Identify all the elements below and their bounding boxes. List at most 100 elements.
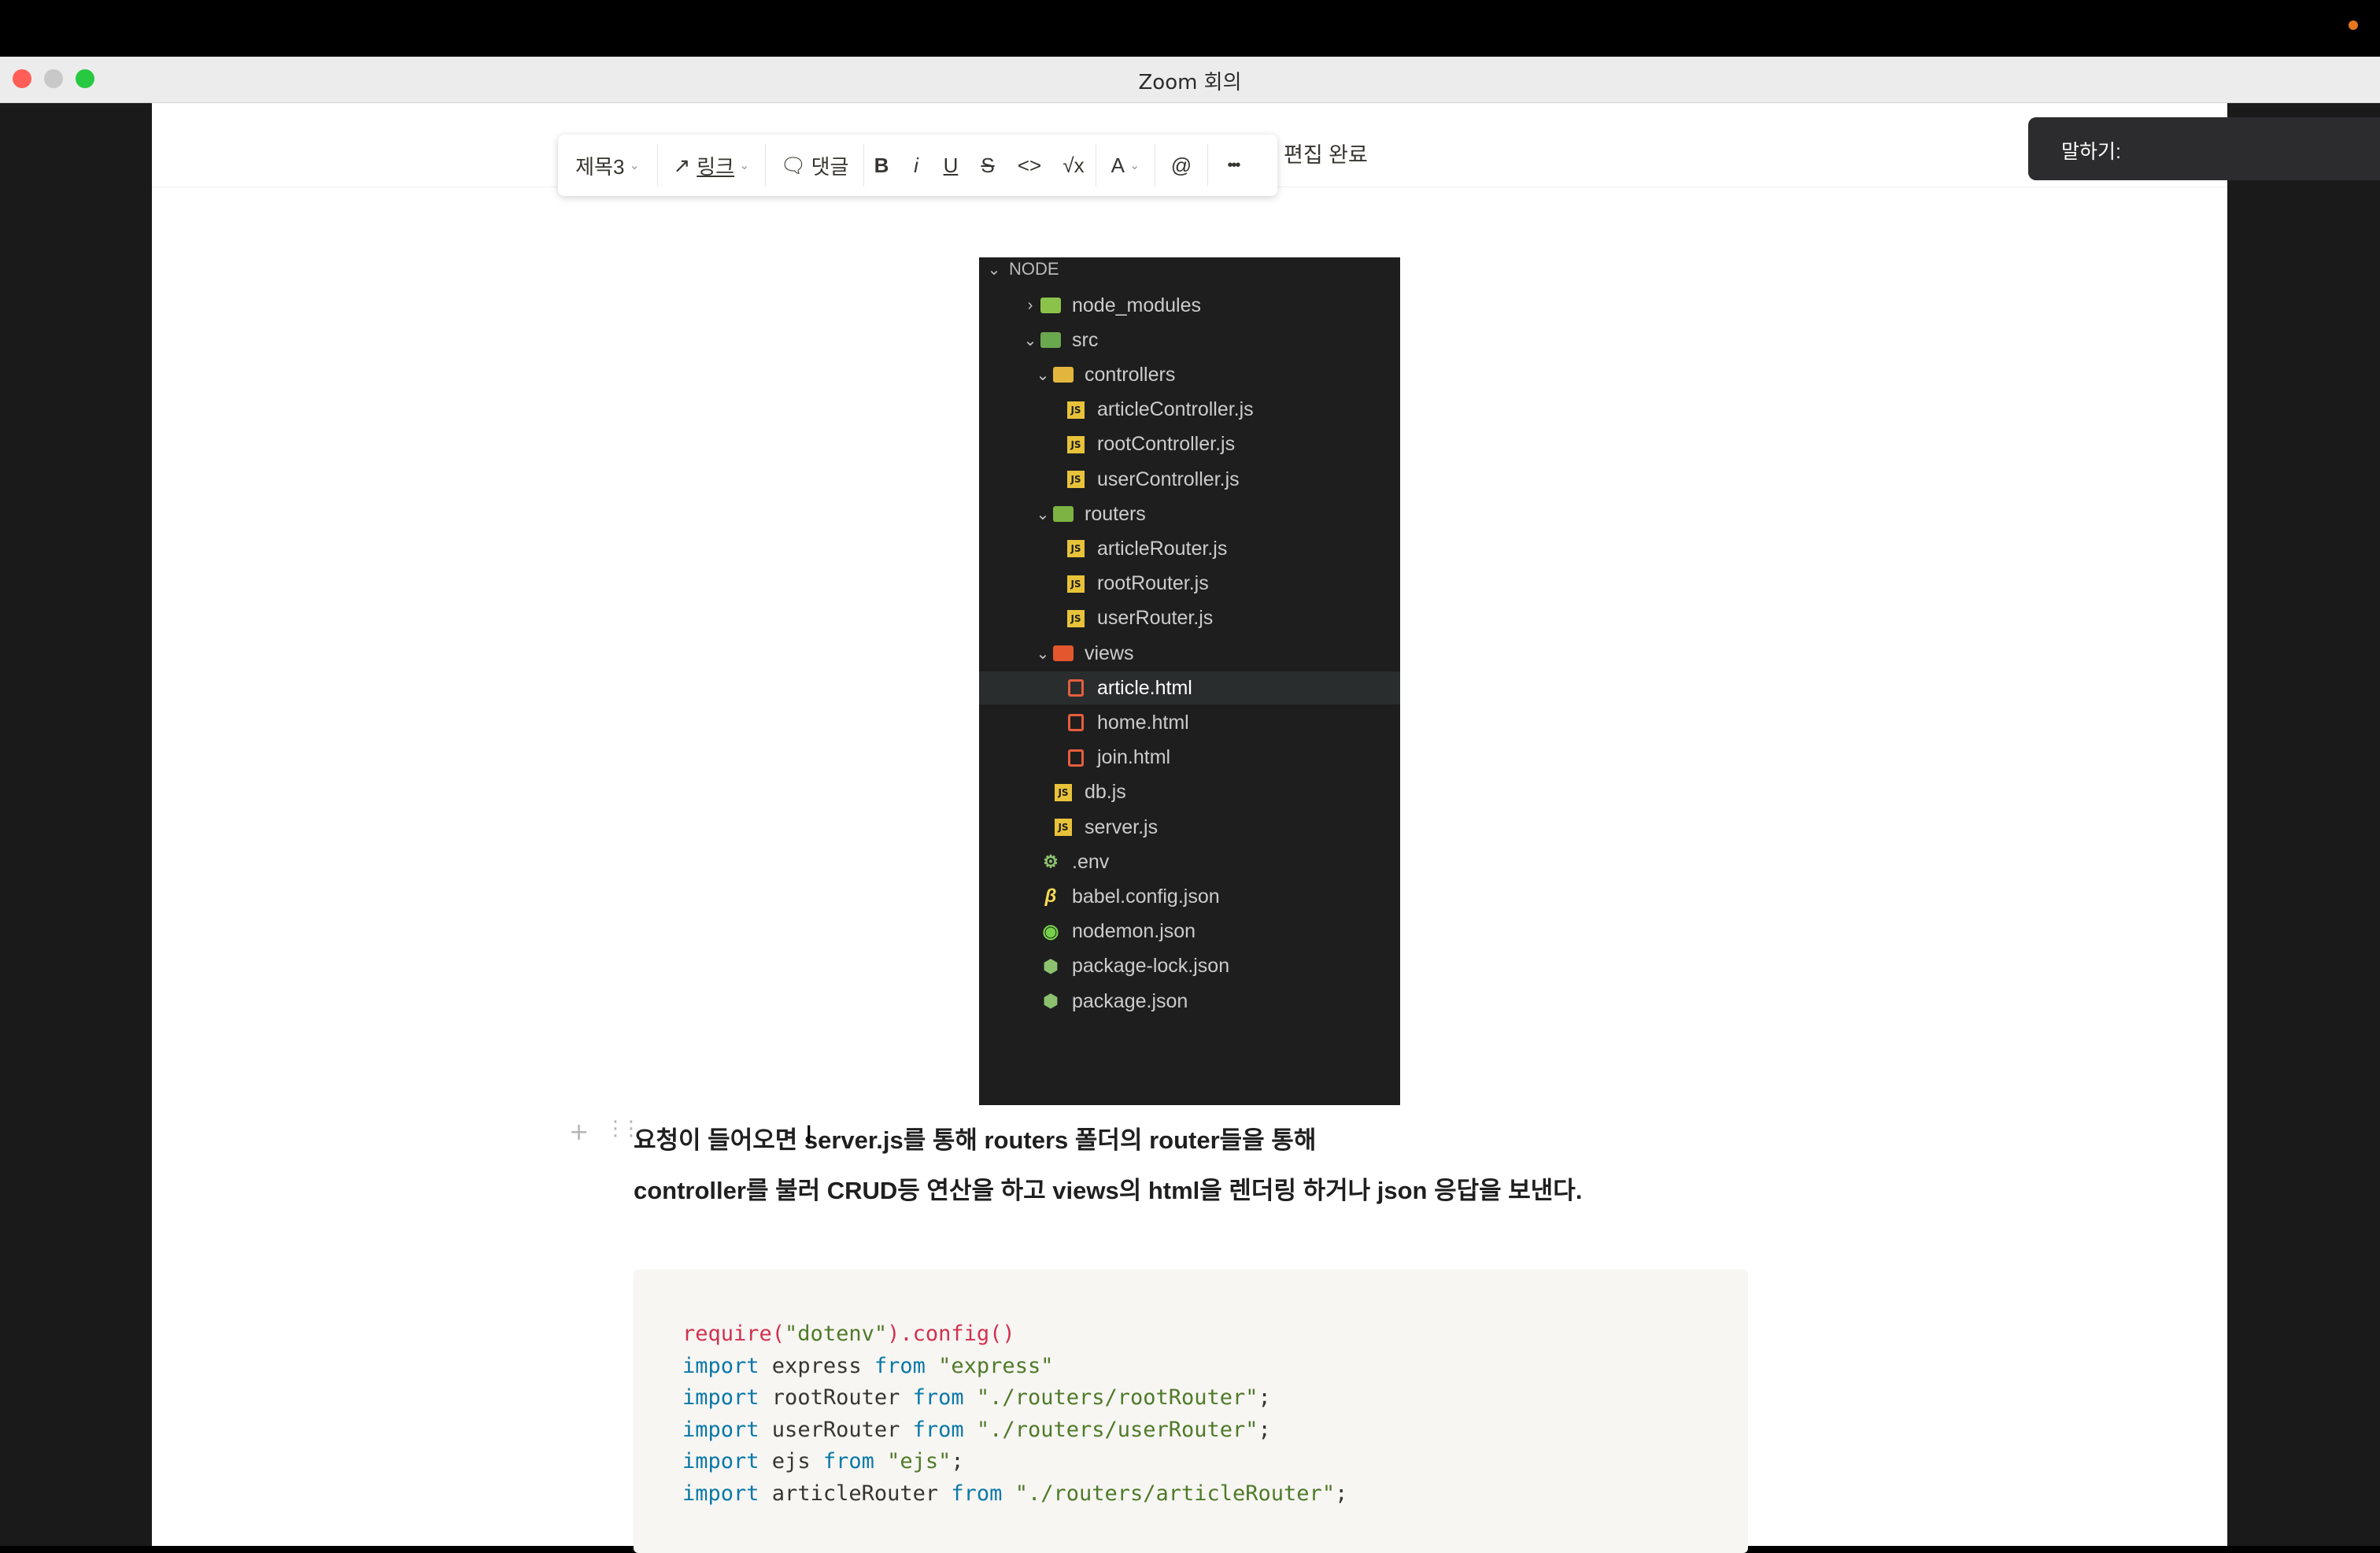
paragraph-line[interactable]: 요청이 들어오면 server.js를 통해 routers 폴더의 route…	[634, 1120, 1316, 1156]
drag-handle-icon[interactable]: ⋮⋮	[605, 1117, 641, 1141]
chevron-down-icon: ⌄	[987, 261, 1001, 279]
text-color-label: A	[1111, 153, 1125, 177]
more-options-button[interactable]: •••	[1208, 135, 1258, 196]
file-tree-item[interactable]: JS rootController.js	[979, 428, 1400, 461]
chevron-down-icon: ⌄	[629, 159, 640, 172]
document-page: 제목3 ⌄ ↗ 링크 ⌄ 🗨 댓글 B i U S <> √x A ⌄ @ •••	[152, 103, 2380, 1553]
folder-shape	[1053, 367, 1074, 383]
edit-done-button[interactable]: 편집 완료	[1284, 138, 1368, 168]
file-tree-item[interactable]: JS server.js	[979, 811, 1400, 844]
folder-icon	[1053, 505, 1074, 523]
package-file-icon: ⬢	[1040, 991, 1061, 1011]
math-button[interactable]: √x	[1051, 135, 1096, 196]
js-badge: JS	[1055, 819, 1072, 836]
html-file-icon	[1066, 749, 1086, 767]
code-content: require("dotenv").config() import expres…	[682, 1318, 1347, 1510]
package-glyph: ⬢	[1043, 991, 1059, 1011]
file-tree-item-label: db.js	[1085, 781, 1126, 804]
chevron-down-icon: ⌄	[1023, 331, 1037, 349]
chevron-right-icon: ›	[1027, 296, 1033, 314]
html-file-icon	[1066, 714, 1086, 732]
file-tree-item[interactable]: article.html	[979, 671, 1400, 705]
link-dropdown[interactable]: ↗ 링크 ⌄	[658, 135, 765, 196]
html-badge	[1068, 749, 1084, 767]
file-tree-item-label: controllers	[1085, 363, 1176, 386]
comment-button[interactable]: 🗨 댓글	[766, 135, 863, 196]
file-tree-item[interactable]: ⌄ views	[979, 637, 1400, 670]
javascript-file-icon: JS	[1053, 783, 1074, 801]
code-line: import rootRouter from "./routers/rootRo…	[682, 1385, 1271, 1410]
menu-bar	[0, 0, 2380, 57]
file-tree-item[interactable]: home.html	[979, 706, 1400, 739]
file-tree-item-label: package.json	[1072, 989, 1188, 1012]
file-tree-item-label: userController.js	[1097, 468, 1240, 490]
shared-screen: 제목3 ⌄ ↗ 링크 ⌄ 🗨 댓글 B i U S <> √x A ⌄ @ •••	[0, 103, 2380, 1553]
file-tree-item-label: .env	[1072, 850, 1110, 873]
heading-label: 제목3	[575, 154, 625, 179]
file-tree-item[interactable]: ◉ nodemon.json	[979, 915, 1400, 948]
chevron-down-icon: ⌄	[1036, 505, 1050, 523]
js-badge: JS	[1067, 609, 1085, 627]
javascript-file-icon: JS	[1066, 540, 1086, 558]
text-color-dropdown[interactable]: A ⌄	[1096, 135, 1155, 196]
file-tree-item[interactable]: JS rootRouter.js	[979, 568, 1400, 601]
inline-code-button[interactable]: <>	[1007, 135, 1051, 196]
file-tree-item-label: rootController.js	[1097, 433, 1236, 456]
js-badge: JS	[1067, 435, 1085, 453]
folder-shape	[1053, 645, 1074, 661]
file-tree-item-label: src	[1072, 328, 1099, 351]
js-badge: JS	[1067, 575, 1085, 593]
html-badge	[1068, 679, 1084, 697]
nodemon-file-icon: ◉	[1040, 921, 1061, 943]
code-block[interactable]: require("dotenv").config() import expres…	[634, 1270, 1748, 1553]
folder-shape	[1040, 298, 1061, 313]
explorer-root-label: NODE	[1009, 259, 1059, 279]
package-glyph: ⬢	[1043, 956, 1059, 976]
file-tree-item[interactable]: JS userRouter.js	[979, 602, 1400, 635]
javascript-file-icon: JS	[1066, 401, 1086, 419]
file-tree-item[interactable]: › node_modules	[979, 289, 1400, 322]
add-block-icon[interactable]: +	[569, 1119, 589, 1146]
file-tree-item-label: rootRouter.js	[1097, 572, 1209, 595]
file-tree-item[interactable]: ⌄ controllers	[979, 358, 1400, 391]
strikethrough-button[interactable]: S	[968, 135, 1007, 196]
file-tree-item-label: articleRouter.js	[1097, 537, 1228, 560]
file-tree-item[interactable]: ⬢ package.json	[979, 985, 1400, 1018]
folder-shape	[1040, 332, 1061, 349]
italic-button[interactable]: i	[899, 135, 933, 196]
file-tree-item-label: articleController.js	[1097, 398, 1254, 421]
file-tree-item[interactable]: ⌄ src	[979, 324, 1400, 357]
nodemon-glyph: ◉	[1042, 921, 1059, 943]
file-tree-item[interactable]: JS articleController.js	[979, 394, 1400, 427]
html-file-icon	[1066, 679, 1086, 697]
file-tree-item-label: home.html	[1097, 711, 1189, 734]
code-line: require("dotenv").config()	[682, 1322, 1015, 1346]
code-line: import userRouter from "./routers/userRo…	[682, 1417, 1271, 1442]
file-tree-item[interactable]: JS db.js	[979, 776, 1400, 809]
file-tree-item[interactable]: ⌄ routers	[979, 497, 1400, 531]
file-tree-item-label: userRouter.js	[1097, 607, 1214, 630]
bold-button[interactable]: B	[864, 135, 899, 196]
heading-dropdown[interactable]: 제목3 ⌄	[558, 135, 657, 196]
link-arrow-icon: ↗	[673, 153, 691, 177]
window-title: Zoom 회의	[1138, 71, 1242, 94]
folder-icon	[1040, 331, 1061, 349]
folder-icon	[1053, 366, 1074, 383]
paragraph-line[interactable]: controller를 불러 CRUD등 연산을 하고 views의 html을…	[634, 1170, 1582, 1206]
code-line: import ejs from "ejs";	[682, 1449, 964, 1474]
mention-button[interactable]: @	[1155, 135, 1207, 196]
file-tree-item[interactable]: JS articleRouter.js	[979, 532, 1400, 565]
underline-button[interactable]: U	[933, 135, 968, 196]
babel-file-icon: β	[1040, 886, 1061, 907]
file-tree-item[interactable]: JS userController.js	[979, 463, 1400, 496]
file-tree-item[interactable]: join.html	[979, 741, 1400, 775]
js-badge: JS	[1067, 540, 1085, 558]
file-tree-item[interactable]: β babel.config.json	[979, 880, 1400, 913]
file-tree-item[interactable]: ⚙ .env	[979, 845, 1400, 878]
speaking-label: 말하기:	[2061, 141, 2121, 163]
javascript-file-icon: JS	[1053, 819, 1074, 836]
file-tree-item[interactable]: ⬢ package-lock.json	[979, 950, 1400, 983]
file-tree-item-label: article.html	[1097, 676, 1192, 699]
code-line: import express from "express"	[682, 1353, 1054, 1378]
link-label: 링크	[697, 154, 735, 179]
